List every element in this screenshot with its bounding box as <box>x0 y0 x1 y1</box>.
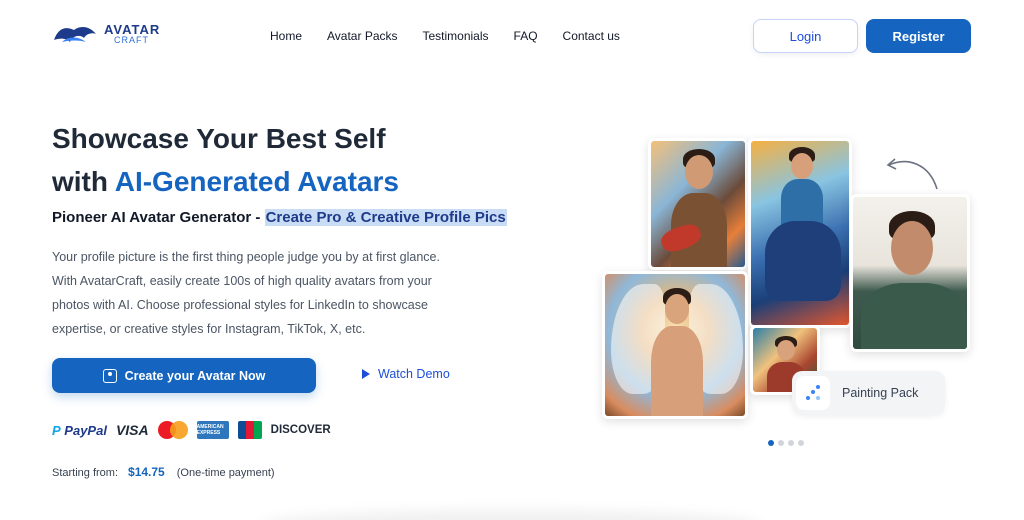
site-header: AVATAR CRAFT Home Avatar Packs Testimoni… <box>0 0 1024 74</box>
pricing-line: Starting from: $14.75 (One-time payment) <box>52 465 275 479</box>
register-button[interactable]: Register <box>866 19 971 53</box>
watch-demo-link[interactable]: Watch Demo <box>362 367 450 381</box>
play-icon <box>362 369 370 379</box>
curved-arrow-icon <box>886 158 938 190</box>
section-divider-shadow <box>260 510 760 520</box>
pricing-note: (One-time payment) <box>176 467 275 479</box>
nav-item-home[interactable]: Home <box>270 29 302 43</box>
painting-pack-label: Painting Pack <box>842 386 919 400</box>
nav-item-testimonials[interactable]: Testimonials <box>423 29 489 43</box>
palette-icon <box>796 376 830 410</box>
create-avatar-label: Create your Avatar Now <box>124 368 266 383</box>
carousel-dots <box>768 440 804 446</box>
hero-title-line-2-prefix: with <box>52 166 115 197</box>
amex-logo: AMERICAN EXPRESS <box>196 421 229 439</box>
paypal-logo: P PayPal <box>52 422 107 438</box>
payment-methods: P PayPal VISA AMERICAN EXPRESS DISCOVER <box>52 421 331 439</box>
watch-demo-label: Watch Demo <box>378 367 450 381</box>
carousel-dot-1[interactable] <box>768 440 774 446</box>
avatar-sample-horse <box>748 138 852 328</box>
hero-title: Showcase Your Best Self with AI-Generate… <box>52 117 532 203</box>
carousel-dot-4[interactable] <box>798 440 804 446</box>
painting-pack-card[interactable]: Painting Pack <box>792 371 945 415</box>
hero-title-accent: AI-Generated Avatars <box>114 166 399 197</box>
logo-mark-icon <box>54 26 96 42</box>
visa-logo: VISA <box>115 422 149 438</box>
carousel-dot-2[interactable] <box>778 440 784 446</box>
nav-item-faq[interactable]: FAQ <box>514 29 538 43</box>
main-nav: Home Avatar Packs Testimonials FAQ Conta… <box>270 29 645 43</box>
avatar-sample-angel <box>602 271 748 419</box>
pricing-price: $14.75 <box>128 465 165 479</box>
hero-title-line-1: Showcase Your Best Self <box>52 123 386 154</box>
login-button[interactable]: Login <box>753 19 858 53</box>
avatarcraft-logo[interactable]: AVATAR CRAFT <box>52 22 160 48</box>
logo-text: AVATAR CRAFT <box>104 22 161 46</box>
mastercard-logo-icon <box>157 421 188 439</box>
hero-subtitle-prefix: Pioneer AI Avatar Generator - <box>52 209 265 226</box>
hero-subtitle: Pioneer AI Avatar Generator - Create Pro… <box>52 209 507 226</box>
create-avatar-button[interactable]: Create your Avatar Now <box>52 358 316 393</box>
original-selfie-photo <box>850 194 970 352</box>
pricing-prefix: Starting from: <box>52 467 119 479</box>
discover-logo: DISCOVER <box>270 424 331 436</box>
carousel-dot-3[interactable] <box>788 440 794 446</box>
jcb-logo-icon <box>237 421 262 439</box>
nav-item-avatar-packs[interactable]: Avatar Packs <box>327 29 397 43</box>
nav-item-contact-us[interactable]: Contact us <box>563 29 620 43</box>
hero-description: Your profile picture is the first thing … <box>52 250 440 336</box>
logo-line-1: AVATAR <box>104 22 161 37</box>
avatar-sample-guitar <box>648 138 748 270</box>
hero-subtitle-highlight: Create Pro & Creative Profile Pics <box>264 209 507 226</box>
portrait-icon <box>102 368 117 383</box>
